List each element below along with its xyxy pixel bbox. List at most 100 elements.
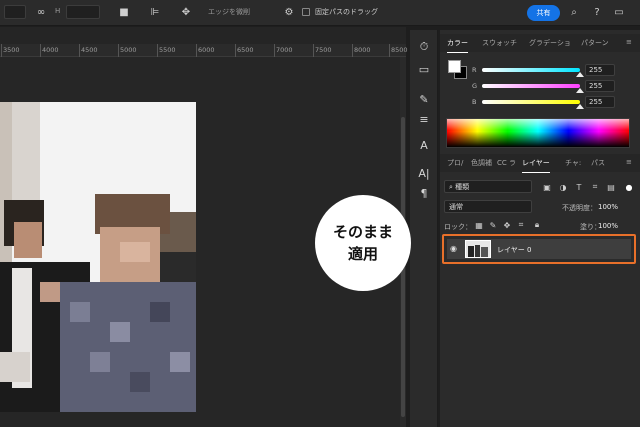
ruler-tick: 5000 xyxy=(120,46,137,54)
blend-mode-select[interactable]: 通常 xyxy=(444,200,532,213)
path-operations-icon[interactable]: ■ xyxy=(117,5,131,19)
layer-row[interactable]: ◉ レイヤー 0 xyxy=(447,239,631,259)
tab-properties[interactable]: プロ/ xyxy=(447,158,463,168)
ruler-tick-line xyxy=(196,44,197,57)
panel-menu-icon[interactable]: ≡ xyxy=(626,158,632,166)
adjustments-icon[interactable]: ≡ xyxy=(415,110,433,128)
tab-gradients[interactable]: グラデーショ xyxy=(529,38,571,48)
panel-icon-strip: ⏱ ▭ ✎ ≡ A A| ¶ xyxy=(410,30,438,427)
path-arrangement-icon[interactable]: ✥ xyxy=(179,5,193,19)
ruler-tick-line xyxy=(157,44,158,57)
path-alignment-icon[interactable]: ⊫ xyxy=(148,5,162,19)
height-label: H xyxy=(55,7,61,15)
smart-object-filter-icon[interactable]: ▤ xyxy=(606,182,616,192)
ruler-tick: 8500 xyxy=(391,46,408,54)
ruler-tick: 7500 xyxy=(315,46,332,54)
red-slider[interactable] xyxy=(482,68,580,72)
tab-layers[interactable]: レイヤー xyxy=(522,158,550,173)
green-slider[interactable] xyxy=(482,84,580,88)
glyphs-icon[interactable]: A xyxy=(415,136,433,154)
ruler-tick: 4500 xyxy=(81,46,98,54)
ruler-tick: 6500 xyxy=(237,46,254,54)
red-slider-knob[interactable] xyxy=(576,72,584,77)
visibility-eye-icon[interactable]: ◉ xyxy=(450,244,457,253)
ruler-tick-line xyxy=(118,44,119,57)
paragraph-icon[interactable]: ¶ xyxy=(415,184,433,202)
lock-image-icon[interactable]: ✎ xyxy=(488,220,498,230)
search-icon[interactable]: ⌕ xyxy=(567,5,581,19)
ruler-tick-line xyxy=(1,44,2,57)
fixed-path-checkbox[interactable] xyxy=(302,8,310,16)
lock-all-icon[interactable]: 🔒︎ xyxy=(532,220,542,230)
pixelated-photo[interactable] xyxy=(0,102,196,412)
green-slider-knob[interactable] xyxy=(576,88,584,93)
ruler-tick: 3500 xyxy=(3,46,20,54)
character-icon[interactable]: A| xyxy=(415,164,433,182)
lock-position-icon[interactable]: ✥ xyxy=(502,220,512,230)
ruler-tick-line xyxy=(352,44,353,57)
badge-line-1: そのまま xyxy=(332,223,393,241)
blue-value-field[interactable]: 255 xyxy=(585,96,615,108)
history-icon[interactable]: ⏱ xyxy=(415,38,433,56)
gear-icon[interactable]: ⚙ xyxy=(282,5,296,19)
opacity-value[interactable]: 100% xyxy=(598,203,618,211)
layers-tab-row: プロ/ 色調補 CC ラ レイヤー チャ: パス ≡ xyxy=(440,154,640,173)
blue-slider[interactable] xyxy=(482,100,580,104)
blue-slider-row: B 255 xyxy=(440,96,640,110)
tab-adjustments[interactable]: 色調補 xyxy=(471,158,492,168)
right-panel: カラー スウォッチ グラデーショ パターン ≡ R 255 G 255 B 25… xyxy=(440,30,640,427)
options-bar: ∞ H ■ ⊫ ✥ エッジを微削 ⚙ 固定パスのドラッグ 共有 ⌕ ? ▭ xyxy=(0,0,640,26)
fill-value[interactable]: 100% xyxy=(598,222,618,230)
ruler-tick: 5500 xyxy=(159,46,176,54)
badge-line-2: 適用 xyxy=(347,245,378,263)
edge-button[interactable]: エッジを微削 xyxy=(208,7,250,17)
blue-slider-knob[interactable] xyxy=(576,104,584,109)
ruler-tick-line xyxy=(235,44,236,57)
brush-icon[interactable]: ✎ xyxy=(415,90,433,108)
ruler-tick: 7000 xyxy=(276,46,293,54)
width-field[interactable] xyxy=(4,5,26,19)
layer-name[interactable]: レイヤー 0 xyxy=(497,245,531,255)
share-button[interactable]: 共有 xyxy=(527,5,560,21)
ruler-tick: 6000 xyxy=(198,46,215,54)
comment-icon[interactable]: ▭ xyxy=(415,60,433,78)
tab-cc-libraries[interactable]: CC ラ xyxy=(497,158,516,168)
tab-patterns[interactable]: パターン xyxy=(581,38,609,48)
tab-paths[interactable]: パス xyxy=(591,158,605,168)
ruler-tick-line xyxy=(40,44,41,57)
green-channel-label: G xyxy=(472,82,478,90)
panel-menu-icon[interactable]: ≡ xyxy=(626,38,632,46)
ruler-tick-line xyxy=(313,44,314,57)
help-icon[interactable]: ? xyxy=(590,5,604,19)
red-channel-label: R xyxy=(472,66,477,74)
red-value-field[interactable]: 255 xyxy=(585,64,615,76)
blue-channel-label: B xyxy=(472,98,477,106)
lock-transparent-icon[interactable]: ▦ xyxy=(474,220,484,230)
adjustment-filter-icon[interactable]: ◑ xyxy=(558,182,568,192)
pixel-filter-icon[interactable]: ▣ xyxy=(542,182,552,192)
ruler-tick-line xyxy=(274,44,275,57)
red-slider-row: R 255 xyxy=(440,64,640,78)
color-tab-row: カラー スウォッチ グラデーショ パターン ≡ xyxy=(440,34,640,53)
shape-filter-icon[interactable]: ⌗ xyxy=(590,182,600,192)
fixed-path-label: 固定パスのドラッグ xyxy=(315,8,378,16)
layer-row-highlight[interactable]: ◉ レイヤー 0 xyxy=(442,234,636,264)
tab-color[interactable]: カラー xyxy=(447,38,468,53)
tab-swatches[interactable]: スウォッチ xyxy=(482,38,517,48)
tab-channels[interactable]: チャ: xyxy=(565,158,581,168)
opacity-label: 不透明度： xyxy=(562,204,597,212)
horizontal-ruler: 3500 4000 4500 5000 5500 6000 6500 7000 … xyxy=(0,44,408,57)
layer-filter-select[interactable]: ⌕ 種類 xyxy=(444,180,532,193)
layer-filter-value: 種類 xyxy=(455,183,470,191)
ruler-tick-line xyxy=(389,44,390,57)
color-spectrum[interactable] xyxy=(446,118,630,148)
height-field[interactable] xyxy=(66,5,100,19)
lock-artboard-icon[interactable]: ⌗ xyxy=(516,220,526,230)
link-icon[interactable]: ∞ xyxy=(34,5,48,19)
type-filter-icon[interactable]: T xyxy=(574,182,584,192)
green-value-field[interactable]: 255 xyxy=(585,80,615,92)
workspace-icon[interactable]: ▭ xyxy=(612,5,626,19)
layer-thumbnail xyxy=(465,240,491,258)
filter-toggle-icon[interactable]: ● xyxy=(624,182,634,192)
document-tab-strip xyxy=(0,27,406,44)
